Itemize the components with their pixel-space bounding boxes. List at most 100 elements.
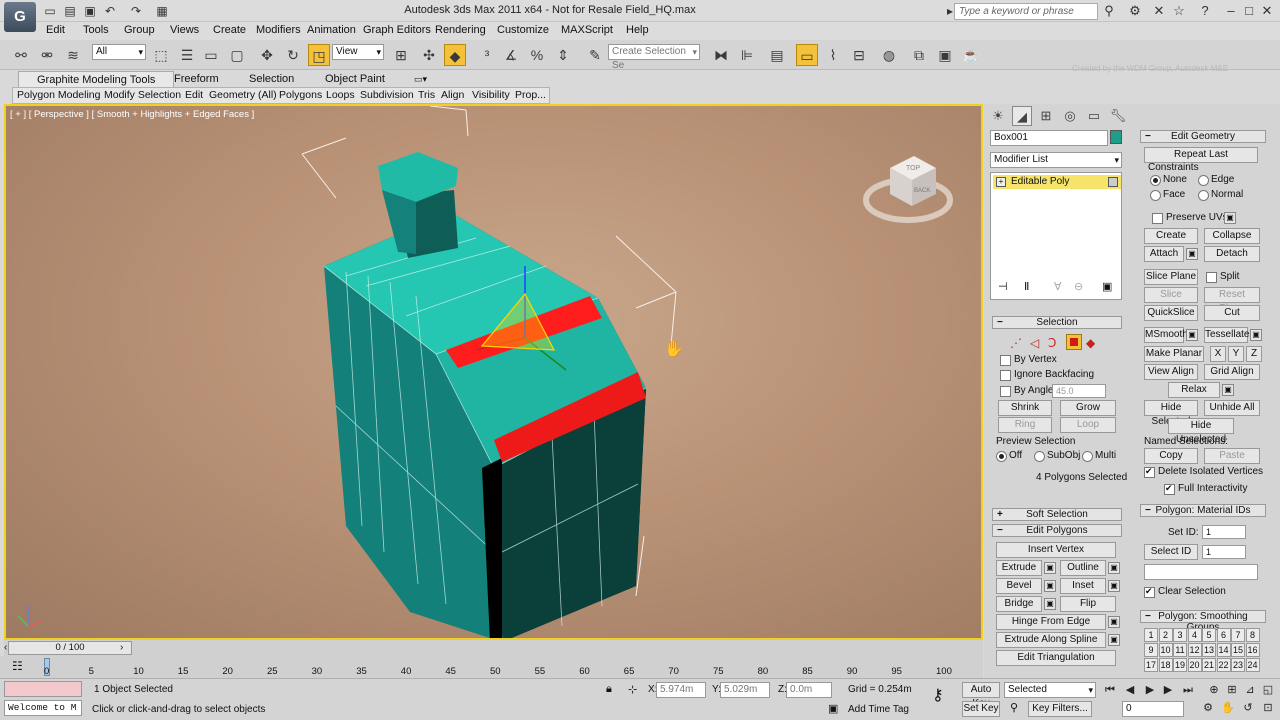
- align-icon[interactable]: ⊫: [736, 44, 758, 66]
- utilities-tab-icon[interactable]: 🔧︎: [1108, 106, 1128, 126]
- smoothing-group-button[interactable]: 24: [1245, 658, 1260, 672]
- play-icon[interactable]: ▶: [1142, 682, 1158, 698]
- time-slider[interactable]: 0 / 100: [8, 641, 132, 655]
- pin-stack-icon[interactable]: ⊣: [998, 280, 1008, 293]
- walkthrough-icon[interactable]: ⊡: [1260, 700, 1276, 716]
- smoothing-group-button[interactable]: 16: [1245, 643, 1260, 657]
- render-production-icon[interactable]: ☕: [960, 44, 982, 66]
- binoculars-icon[interactable]: ⚲: [1100, 2, 1118, 20]
- snaps-toggle-icon[interactable]: ³: [476, 44, 498, 66]
- edit-named-selection-icon[interactable]: ✎: [584, 44, 606, 66]
- keyboard-shortcut-icon[interactable]: ◆: [444, 44, 466, 66]
- material-name-dropdown[interactable]: [1144, 564, 1258, 580]
- selection-filter-dropdown[interactable]: All: [92, 44, 146, 60]
- set-id-field[interactable]: 1: [1202, 525, 1246, 539]
- edit-triangulation-button[interactable]: Edit Triangulation: [996, 650, 1116, 666]
- msmooth-button[interactable]: MSmooth: [1144, 327, 1188, 343]
- smoothing-group-button[interactable]: 13: [1202, 643, 1216, 657]
- bridge-button[interactable]: Bridge: [996, 596, 1042, 612]
- field-of-view-icon[interactable]: ⊿: [1242, 682, 1258, 698]
- set-key-filter-icon[interactable]: ⚲: [1010, 701, 1018, 714]
- by-angle-checkbox[interactable]: By Angle:: [1000, 385, 1056, 397]
- communication-icon[interactable]: ✕: [1150, 2, 1168, 20]
- collapse-button[interactable]: Collapse: [1204, 228, 1260, 244]
- expand-icon[interactable]: +: [996, 177, 1006, 187]
- preview-multi-radio[interactable]: Multi: [1082, 450, 1116, 462]
- scene-geometry[interactable]: ✋: [6, 106, 983, 640]
- set-key-button[interactable]: Set Key: [962, 701, 1000, 717]
- smoothing-group-button[interactable]: 21: [1202, 658, 1216, 672]
- attach-settings-icon[interactable]: ▣: [1186, 248, 1198, 260]
- vertex-mode-icon[interactable]: ⋰: [1010, 336, 1022, 350]
- full-interactivity-checkbox[interactable]: Full Interactivity: [1164, 482, 1247, 495]
- shrink-button[interactable]: Shrink: [998, 400, 1052, 416]
- arc-rotate-icon[interactable]: ↺: [1240, 700, 1256, 716]
- goto-start-icon[interactable]: ⏮: [1102, 682, 1118, 698]
- panel-geometry-all[interactable]: Geometry (All): [209, 89, 277, 101]
- extrude-button[interactable]: Extrude: [996, 560, 1042, 576]
- schematic-view-icon[interactable]: ⊟: [848, 44, 870, 66]
- repeat-last-button[interactable]: Repeat Last: [1144, 147, 1258, 163]
- smoothing-group-button[interactable]: 15: [1231, 643, 1245, 657]
- reset-plane-button[interactable]: Reset Plane: [1204, 287, 1260, 314]
- create-tab-icon[interactable]: ☀: [988, 106, 1008, 126]
- panel-polygon-modeling[interactable]: Polygon Modeling: [17, 89, 100, 101]
- tab-graphite-modeling-tools[interactable]: Graphite Modeling Tools: [18, 71, 175, 87]
- edit-polygons-rollout[interactable]: − Edit Polygons: [992, 524, 1122, 537]
- grow-button[interactable]: Grow: [1060, 400, 1116, 416]
- pivot-center-icon[interactable]: ⊞: [390, 44, 412, 66]
- tessellate-button[interactable]: Tessellate: [1204, 327, 1249, 343]
- constraint-none-radio[interactable]: None: [1150, 174, 1187, 186]
- constraint-face-radio[interactable]: Face: [1150, 189, 1185, 201]
- smoothing-group-button[interactable]: 7: [1231, 628, 1245, 642]
- smoothing-group-button[interactable]: 2: [1158, 628, 1173, 642]
- planar-z-button[interactable]: Z: [1246, 346, 1262, 362]
- panel-properties[interactable]: Prop...: [515, 89, 546, 101]
- menu-rendering[interactable]: Rendering: [435, 24, 486, 36]
- border-mode-icon[interactable]: Ↄ: [1048, 336, 1056, 350]
- subscription-icon[interactable]: ⚙: [1126, 2, 1144, 20]
- bevel-button[interactable]: Bevel: [996, 578, 1042, 594]
- smoothing-group-button[interactable]: 22: [1216, 658, 1231, 672]
- panel-modify-selection[interactable]: Modify Selection: [104, 89, 181, 101]
- planar-y-button[interactable]: Y: [1228, 346, 1244, 362]
- lock-selection-icon[interactable]: 🔒︎: [606, 683, 612, 696]
- smoothing-group-button[interactable]: 6: [1216, 628, 1231, 642]
- extrude-along-spline-button[interactable]: Extrude Along Spline: [996, 632, 1106, 648]
- smoothing-group-button[interactable]: 3: [1173, 628, 1187, 642]
- time-config-icon[interactable]: ⚙: [1200, 700, 1216, 716]
- search-input[interactable]: Type a keyword or phrase: [954, 3, 1098, 20]
- curve-editor-icon[interactable]: ⌇: [822, 44, 844, 66]
- smoothing-group-button[interactable]: 11: [1173, 643, 1187, 657]
- key-mode-dropdown[interactable]: Selected: [1004, 682, 1096, 698]
- object-color-swatch[interactable]: [1110, 130, 1122, 144]
- track-bar[interactable]: ☷ 0 5 10 15 20 25 30 35 40 45 50 55 60 65 70 75 80 85 90 95…: [0, 656, 983, 678]
- menu-views[interactable]: Views: [170, 24, 199, 36]
- soft-selection-rollout[interactable]: + Soft Selection: [992, 508, 1122, 521]
- x-coord-field[interactable]: 5.974m: [656, 682, 706, 698]
- preserve-uvs-settings-icon[interactable]: ▣: [1224, 212, 1236, 224]
- rendered-frame-icon[interactable]: ▣: [934, 44, 956, 66]
- minimize-icon[interactable]: –: [1222, 2, 1240, 20]
- smoothing-group-button[interactable]: 4: [1187, 628, 1202, 642]
- smoothing-group-button[interactable]: 17: [1144, 658, 1158, 672]
- menu-maxscript[interactable]: MAXScript: [561, 24, 613, 36]
- ignore-backfacing-checkbox[interactable]: Ignore Backfacing: [1000, 369, 1094, 381]
- z-coord-field[interactable]: 0.0m: [786, 682, 832, 698]
- detach-button[interactable]: Detach: [1204, 246, 1260, 262]
- panel-tris[interactable]: Tris: [418, 89, 435, 101]
- menu-create[interactable]: Create: [213, 24, 246, 36]
- hinge-from-edge-button[interactable]: Hinge From Edge: [996, 614, 1106, 630]
- inset-button[interactable]: Inset: [1060, 578, 1106, 594]
- zoom-all-icon[interactable]: ⊞: [1224, 682, 1240, 698]
- render-setup-icon[interactable]: ⧉: [908, 44, 930, 66]
- edit-geometry-rollout[interactable]: − Edit Geometry: [1140, 130, 1266, 143]
- reference-coordinate-dropdown[interactable]: View: [332, 44, 384, 60]
- inset-settings-icon[interactable]: ▣: [1108, 580, 1120, 592]
- close-icon[interactable]: ✕: [1258, 2, 1276, 20]
- select-object-icon[interactable]: ⬚: [150, 44, 172, 66]
- ribbon-options-icon[interactable]: ▭▾: [414, 71, 427, 87]
- split-checkbox[interactable]: Split: [1206, 271, 1239, 283]
- named-selection-dropdown[interactable]: Create Selection Se: [608, 44, 700, 71]
- move-icon[interactable]: ✥: [256, 44, 278, 66]
